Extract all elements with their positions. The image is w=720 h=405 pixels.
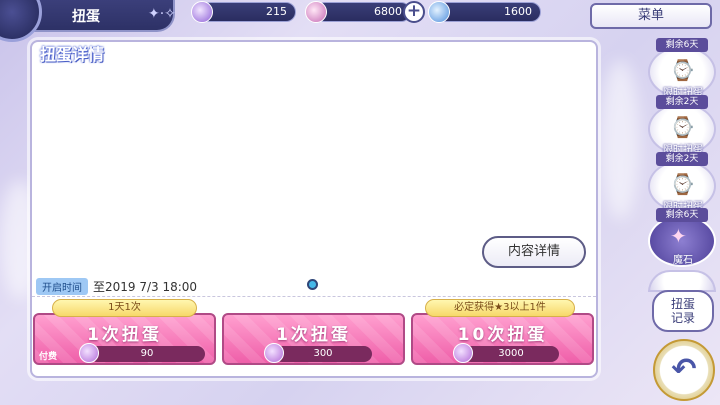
- cost-value: 3000: [498, 348, 524, 359]
- remaining-badge: 剩余6天: [656, 208, 708, 222]
- gacha-button-label: 10次扭蛋: [457, 325, 548, 345]
- menu-button[interactable]: 菜单: [590, 3, 712, 29]
- open-period: 开启时间 至2019 7/3 18:00: [36, 277, 197, 295]
- currency-jewel-value: 6800: [374, 5, 402, 18]
- clock-icon: ⌚: [670, 58, 695, 82]
- clock-icon: ⌚: [670, 172, 695, 196]
- gacha-single-button[interactable]: 1次扭蛋 300: [222, 313, 405, 365]
- gacha-button-label: 1次扭蛋: [276, 325, 351, 345]
- record-label-line2: 记录: [670, 311, 695, 325]
- currency-stone: 215: [200, 2, 296, 22]
- sidebar-item-partial[interactable]: [648, 270, 716, 292]
- currency-potion: 1600: [437, 2, 541, 22]
- jewel-icon: [264, 343, 284, 363]
- background-glow: [600, 60, 640, 220]
- divider: [32, 296, 596, 297]
- cost-pill: 3000: [463, 346, 559, 362]
- currency-potion-value: 1600: [504, 5, 532, 18]
- stone-icon: [191, 1, 213, 23]
- period-text: 至2019 7/3 18:00: [93, 279, 198, 294]
- back-arrow-icon: ↶: [671, 352, 697, 387]
- record-label-line1: 扭蛋: [670, 297, 695, 311]
- jewel-icon: [305, 1, 327, 23]
- period-tag: 开启时间: [36, 277, 88, 295]
- currency-stone-value: 215: [266, 5, 287, 18]
- gacha-record-button[interactable]: 扭蛋 记录: [652, 290, 714, 332]
- jewel-icon: [79, 343, 99, 363]
- back-button[interactable]: ↶: [653, 339, 715, 401]
- paid-tag: 付费: [39, 352, 58, 362]
- remaining-badge: 剩余2天: [656, 152, 708, 166]
- page-title: 扭蛋: [72, 9, 100, 25]
- guarantee-ribbon: 必定获得★3以上1件: [425, 299, 575, 317]
- content-details-button[interactable]: 内容详情: [482, 236, 586, 268]
- gacha-ten-button[interactable]: 10次扭蛋 3000: [411, 313, 594, 365]
- cost-value: 300: [313, 348, 333, 359]
- clock-icon: ⌚: [670, 115, 695, 139]
- cost-value: 90: [140, 348, 154, 359]
- page-indicator-dot[interactable]: [307, 279, 318, 290]
- daily-limit-ribbon: 1天1次: [52, 299, 197, 317]
- magic-stone-icon: ✦: [670, 224, 687, 248]
- star-ornament-icon: ✦·✧: [148, 6, 176, 22]
- remaining-badge: 剩余6天: [656, 38, 708, 52]
- jewel-icon: [453, 343, 473, 363]
- currency-jewel: 6800: [315, 2, 411, 22]
- remaining-badge: 剩余2天: [656, 95, 708, 109]
- gacha-button-label: 1次扭蛋: [87, 325, 162, 345]
- title-tab: 扭蛋 ✦·✧: [0, 0, 176, 42]
- panel-title: 扭蛋详情: [40, 45, 105, 64]
- gacha-single-daily-button[interactable]: 1次扭蛋 付费 90: [33, 313, 216, 365]
- cost-pill: 90: [89, 346, 205, 362]
- add-jewel-button[interactable]: +: [403, 1, 425, 23]
- potion-icon: [428, 1, 450, 23]
- sidebar-item-label: 魔石: [673, 255, 693, 266]
- top-bar: 扭蛋 ✦·✧ 215 6800 + 1600 菜单: [0, 0, 720, 42]
- cost-pill: 300: [274, 346, 372, 362]
- corner-ornament: [0, 0, 42, 42]
